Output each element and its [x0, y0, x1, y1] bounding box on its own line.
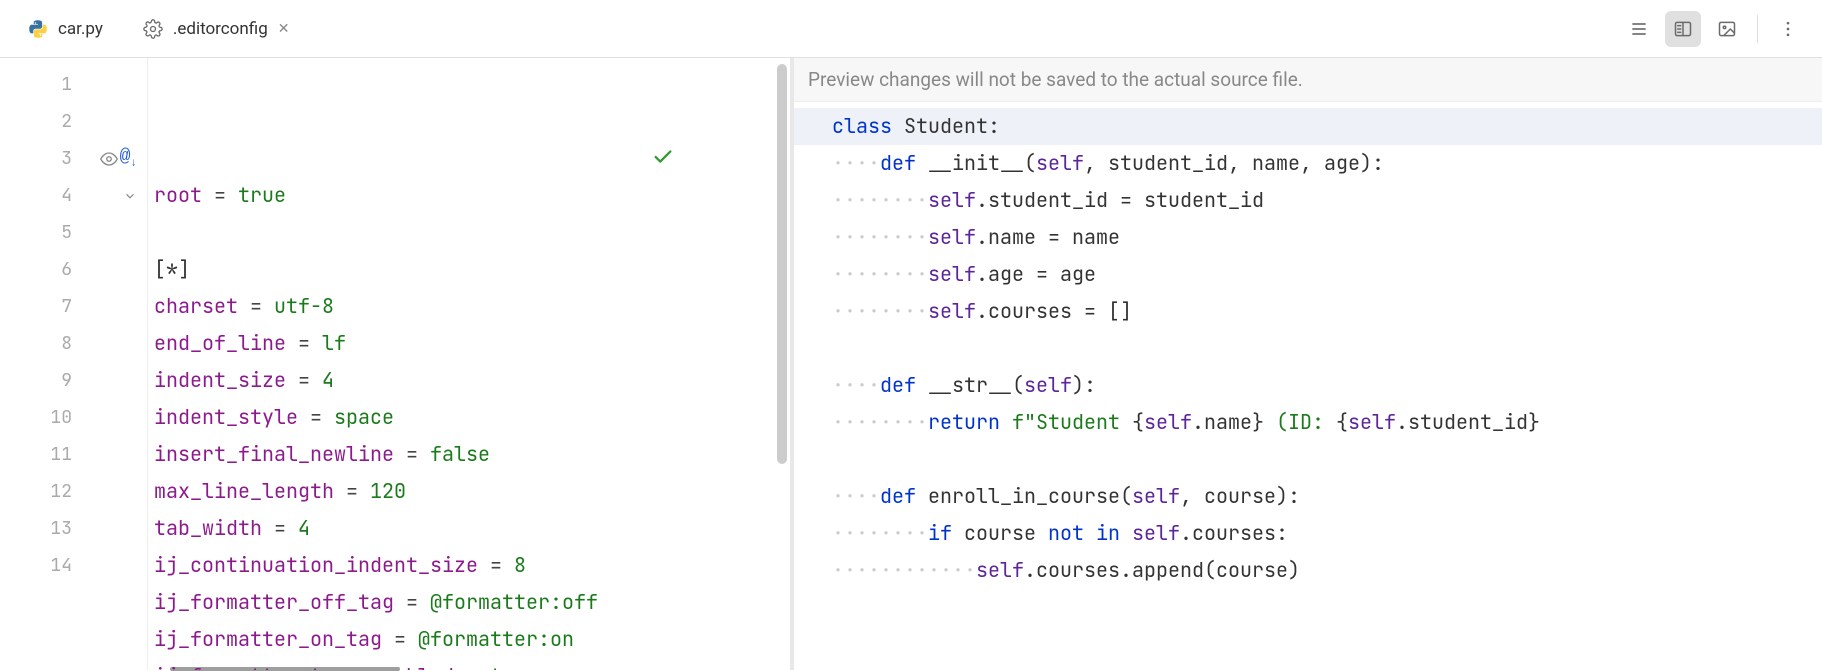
preview-line: ········if course not in self.courses:: [794, 515, 1822, 552]
gutter-row: 3 @↓: [0, 140, 147, 177]
code-line: max_line_length = 120: [148, 473, 790, 510]
line-number: 6: [38, 258, 72, 281]
code-line: charset = utf-8: [148, 288, 790, 325]
image-preview-button[interactable]: [1709, 11, 1745, 47]
line-number: 8: [38, 332, 72, 355]
gutter-row: 14: [0, 547, 147, 584]
more-button[interactable]: [1770, 11, 1806, 47]
list-view-button[interactable]: [1621, 11, 1657, 47]
preview-banner: Preview changes will not be saved to the…: [794, 58, 1822, 102]
gutter-row: 4: [0, 177, 147, 214]
gutter-row: 2: [0, 103, 147, 140]
code-line: [*]: [148, 251, 790, 288]
line-number: 2: [38, 110, 72, 133]
code-line: indent_style = space: [148, 399, 790, 436]
fold-icon[interactable]: [123, 189, 137, 203]
tab-label: car.py: [58, 19, 103, 39]
gutter-row: 7: [0, 288, 147, 325]
gutter-row: 13: [0, 510, 147, 547]
gutter-row: 6: [0, 251, 147, 288]
close-icon[interactable]: ✕: [278, 21, 290, 37]
preview-line: [794, 330, 1822, 367]
preview-line: ········self.courses = []: [794, 293, 1822, 330]
line-number: 4: [38, 184, 72, 207]
preview-line: ········return f"Student {self.name} (ID…: [794, 404, 1822, 441]
preview-line: ····def enroll_in_course(self, course):: [794, 478, 1822, 515]
gutter-icons: @↓: [77, 147, 137, 170]
line-number: 1: [38, 73, 72, 96]
line-number: 7: [38, 295, 72, 318]
gutter: 123@↓4567891011121314: [0, 58, 148, 670]
gutter-row: 8: [0, 325, 147, 362]
line-number: 10: [38, 406, 72, 429]
preview-line: ····def __init__(self, student_id, name,…: [794, 145, 1822, 182]
gutter-row: 11: [0, 436, 147, 473]
preview-line: class Student:: [794, 108, 1822, 145]
line-number: 13: [38, 517, 72, 540]
preview-pane: Preview changes will not be saved to the…: [790, 58, 1822, 670]
at-icon[interactable]: @↓: [120, 147, 137, 170]
gutter-row: 9: [0, 362, 147, 399]
tab-label: .editorconfig: [173, 19, 268, 39]
line-number: 5: [38, 221, 72, 244]
gutter-row: 12: [0, 473, 147, 510]
code-area[interactable]: root = true [*]charset = utf-8end_of_lin…: [148, 58, 790, 670]
line-number: 9: [38, 369, 72, 392]
preview-line: ········self.name = name: [794, 219, 1822, 256]
line-number: 14: [38, 554, 72, 577]
gutter-row: 10: [0, 399, 147, 436]
tab-car-py[interactable]: car.py: [8, 0, 123, 57]
preview-line: [794, 441, 1822, 478]
editor-pane: 123@↓4567891011121314 root = true [*]cha…: [0, 58, 790, 670]
preview-line: ····def __str__(self):: [794, 367, 1822, 404]
gutter-row: 1: [0, 66, 147, 103]
preview-line: ········self.student_id = student_id: [794, 182, 1822, 219]
code-line: ij_formatter_off_tag = @formatter:off: [148, 584, 790, 621]
code-line: ij_formatter_on_tag = @formatter:on: [148, 621, 790, 658]
check-icon: [652, 72, 772, 242]
tabs-bar: car.py .editorconfig ✕: [0, 0, 1822, 58]
code-line: end_of_line = lf: [148, 325, 790, 362]
line-number: 3: [38, 147, 72, 170]
toolbar-right: [1621, 11, 1814, 47]
preview-code[interactable]: class Student:····def __init__(self, stu…: [794, 102, 1822, 670]
eye-icon[interactable]: [100, 150, 118, 168]
scrollbar[interactable]: [777, 64, 787, 464]
code-line: ij_formatter_tags_enabled = true: [148, 658, 790, 670]
code-line: tab_width = 4: [148, 510, 790, 547]
python-icon: [28, 19, 48, 39]
code-line: insert_final_newline = false: [148, 436, 790, 473]
toolbar-divider: [1757, 15, 1758, 43]
line-number: 12: [38, 480, 72, 503]
gear-icon: [143, 19, 163, 39]
gutter-icons: [77, 189, 137, 203]
tab-editorconfig[interactable]: .editorconfig ✕: [123, 0, 310, 57]
code-line: ij_continuation_indent_size = 8: [148, 547, 790, 584]
preview-line: ············self.courses.append(course): [794, 552, 1822, 589]
code-line: indent_size = 4: [148, 362, 790, 399]
gutter-row: 5: [0, 214, 147, 251]
line-number: 11: [38, 443, 72, 466]
preview-line: ········self.age = age: [794, 256, 1822, 293]
split-preview-button[interactable]: [1665, 11, 1701, 47]
